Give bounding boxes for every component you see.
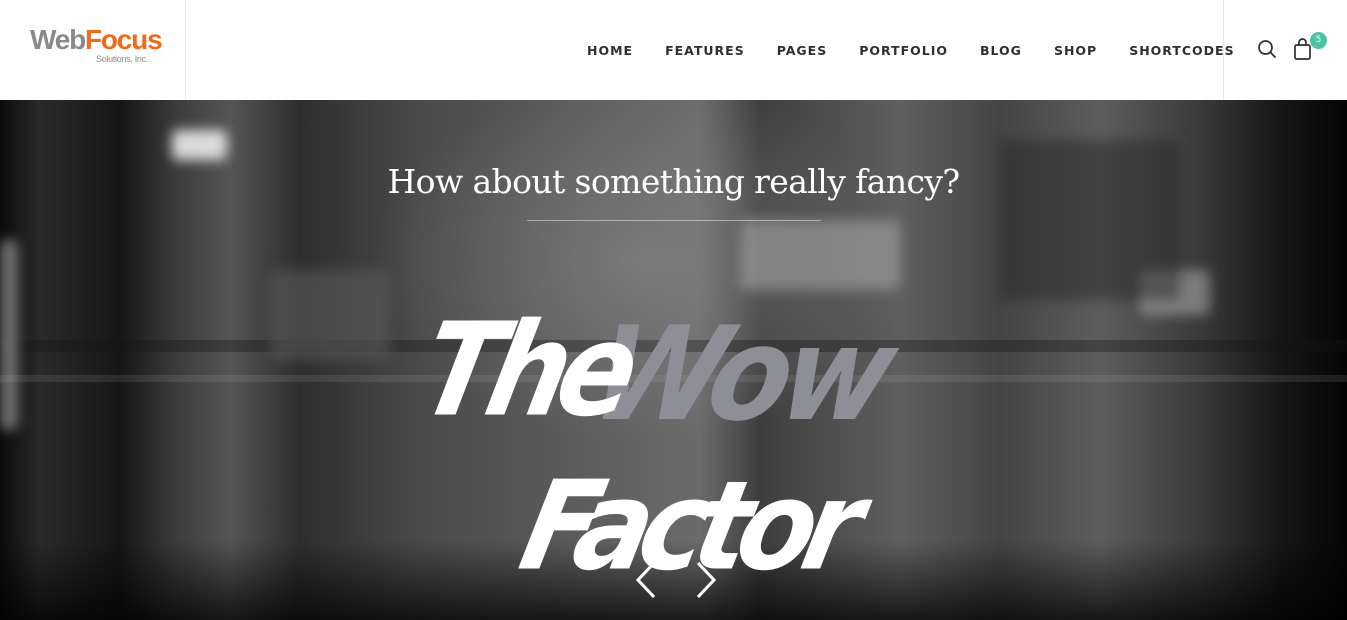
hero-light-streak bbox=[740, 220, 900, 290]
nav-item-portfolio[interactable]: PORTFOLIO bbox=[843, 43, 964, 58]
logo-wordmark: WebFocus bbox=[30, 24, 163, 56]
nav-item-pages[interactable]: PAGES bbox=[761, 43, 844, 58]
logo-tagline: Solutions, Inc. bbox=[96, 54, 149, 64]
hero-slider: How about something really fancy? Wow Th… bbox=[0, 100, 1347, 620]
logo-word-web: Web bbox=[30, 24, 86, 55]
header-utilities: 5 bbox=[1223, 0, 1347, 100]
search-button[interactable] bbox=[1257, 39, 1277, 59]
search-icon bbox=[1258, 40, 1276, 58]
hero-headline-the: The bbox=[408, 296, 643, 446]
hero-headline-factor: Factor bbox=[509, 455, 866, 598]
main-navigation: HOME FEATURES PAGES PORTFOLIO BLOG SHOP … bbox=[571, 0, 1251, 100]
cart-count-badge: 5 bbox=[1310, 32, 1327, 49]
slider-prev-button[interactable] bbox=[632, 560, 660, 600]
slider-next-button[interactable] bbox=[692, 560, 720, 600]
hero-divider bbox=[527, 220, 821, 221]
hero-heading: How about something really fancy? bbox=[387, 162, 961, 201]
chevron-left-icon bbox=[635, 561, 656, 599]
hero-light-streak bbox=[270, 270, 390, 360]
logo-container: WebFocus Solutions, Inc. bbox=[0, 0, 186, 100]
chevron-right-icon bbox=[696, 561, 717, 599]
nav-item-features[interactable]: FEATURES bbox=[649, 43, 761, 58]
nav-item-home[interactable]: HOME bbox=[571, 43, 649, 58]
hero-light-streak bbox=[0, 240, 18, 430]
nav-item-blog[interactable]: BLOG bbox=[964, 43, 1038, 58]
site-header: WebFocus Solutions, Inc. HOME FEATURES P… bbox=[0, 0, 1347, 100]
site-logo[interactable]: WebFocus Solutions, Inc. bbox=[30, 24, 163, 70]
nav-item-shop[interactable]: SHOP bbox=[1038, 43, 1113, 58]
hero-light-streak bbox=[172, 130, 227, 160]
logo-word-focus: Focus bbox=[85, 24, 163, 55]
